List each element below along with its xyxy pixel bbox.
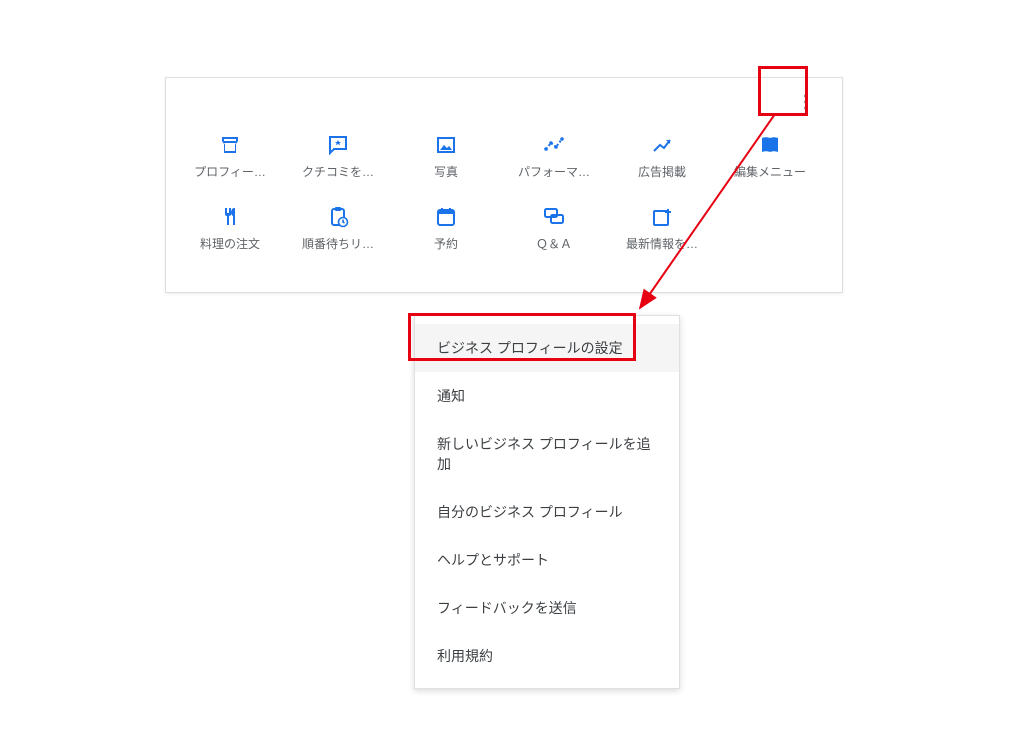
toolbar-item-label: クチコミを… <box>302 163 374 180</box>
menu-item-terms[interactable]: 利用規約 <box>415 632 679 680</box>
toolbar-item-label: 予約 <box>434 235 458 252</box>
trend-up-icon <box>650 133 674 157</box>
menu-book-icon <box>758 133 782 157</box>
toolbar-item-label: 料理の注文 <box>200 235 260 252</box>
menu-item-business-profile-settings[interactable]: ビジネス プロフィールの設定 <box>415 324 679 372</box>
toolbar-item-label: パフォーマ… <box>518 163 590 180</box>
clipboard-clock-icon <box>326 205 350 229</box>
menu-item-notifications[interactable]: 通知 <box>415 372 679 420</box>
review-star-icon <box>326 133 350 157</box>
more-dropdown-menu: ビジネス プロフィールの設定 通知 新しいビジネス プロフィールを追加 自分のビ… <box>414 315 680 689</box>
toolbar-grid: プロフィー… クチコミを… 写真 パフォーマ… 広告掲載 編集メニュー 料理の注… <box>166 78 842 287</box>
storefront-icon <box>218 133 242 157</box>
toolbar-item-label: 編集メニュー <box>734 163 806 180</box>
toolbar-item-reviews[interactable]: クチコミを… <box>284 133 392 205</box>
qa-bubbles-icon <box>542 205 566 229</box>
toolbar-item-ads[interactable]: 広告掲載 <box>608 133 716 205</box>
toolbar-item-label: プロフィー… <box>194 163 266 180</box>
menu-item-send-feedback[interactable]: フィードバックを送信 <box>415 584 679 632</box>
menu-item-add-new-profile[interactable]: 新しいビジネス プロフィールを追加 <box>415 420 679 488</box>
menu-item-my-profiles[interactable]: 自分のビジネス プロフィール <box>415 488 679 536</box>
toolbar-item-label: 写真 <box>434 163 458 180</box>
toolbar-item-edit-menu[interactable]: 編集メニュー <box>716 133 824 205</box>
toolbar-item-reservation[interactable]: 予約 <box>392 205 500 277</box>
toolbar-item-qa[interactable]: Ｑ＆Ａ <box>500 205 608 277</box>
toolbar-item-food-order[interactable]: 料理の注文 <box>176 205 284 277</box>
more-vert-icon <box>794 90 818 119</box>
calendar-icon <box>434 205 458 229</box>
add-post-icon <box>650 205 674 229</box>
toolbar-item-waitlist[interactable]: 順番待ちリ… <box>284 205 392 277</box>
more-button[interactable] <box>790 88 822 120</box>
toolbar-item-add-update[interactable]: 最新情報を… <box>608 205 716 277</box>
toolbar-item-performance[interactable]: パフォーマ… <box>500 133 608 205</box>
utensils-icon <box>218 205 242 229</box>
toolbar-item-label: 最新情報を… <box>626 235 698 252</box>
toolbar-item-label: Ｑ＆Ａ <box>536 235 572 252</box>
toolbar-item-label: 順番待ちリ… <box>302 235 374 252</box>
toolbar-item-profile[interactable]: プロフィー… <box>176 133 284 205</box>
menu-item-help-support[interactable]: ヘルプとサポート <box>415 536 679 584</box>
chart-dotted-icon <box>542 133 566 157</box>
photo-icon <box>434 133 458 157</box>
toolbar-item-label: 広告掲載 <box>638 163 686 180</box>
business-toolbar-panel: プロフィー… クチコミを… 写真 パフォーマ… 広告掲載 編集メニュー 料理の注… <box>165 77 843 293</box>
toolbar-item-photos[interactable]: 写真 <box>392 133 500 205</box>
